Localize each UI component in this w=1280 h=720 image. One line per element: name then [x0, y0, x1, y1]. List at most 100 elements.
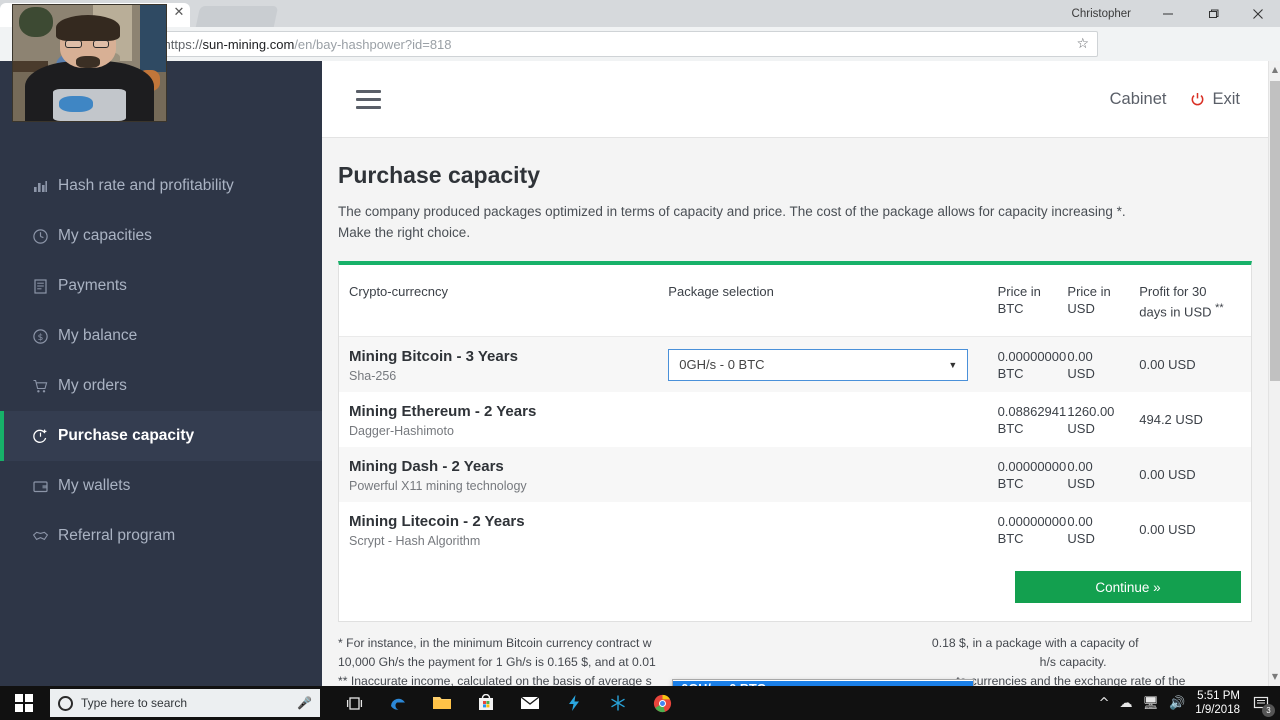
show-hidden-icons-icon[interactable]: ^ [1099, 696, 1110, 711]
url-domain: sun-mining.com [202, 36, 295, 52]
footnote-line-1: * For instance, in the minimum Bitcoin c… [338, 636, 1139, 651]
row-price-usd: 0.00 USD [1067, 348, 1139, 382]
network-icon[interactable]: 🖥 [1143, 696, 1160, 711]
price-usd-value: 0.00 [1067, 458, 1093, 474]
scrollbar-thumb[interactable] [1270, 81, 1280, 381]
column-header-profit: Profit for 30 days in USD ** [1139, 283, 1251, 320]
package-select[interactable]: 0GH/s - 0 BTC ▼ [668, 348, 969, 381]
windows-logo-icon [15, 694, 33, 712]
chevron-down-icon: ▼ [948, 359, 958, 370]
row-price-btc: 0.00000000 BTC [998, 458, 1068, 492]
webcam-glasses-right [92, 39, 110, 48]
url-scheme: https:// [163, 36, 203, 52]
maximize-button[interactable] [1190, 0, 1235, 27]
profile-name[interactable]: Christopher [1072, 8, 1131, 20]
sidebar-item-hash-rate-and-profitability[interactable]: Hash rate and profitability [0, 161, 322, 211]
top-bar: Cabinet Exit [322, 61, 1268, 138]
microphone-icon[interactable]: 🎤 [297, 696, 312, 710]
system-tray: ^ ☁ 🖥 🔊 5:51 PM 1/9/2018 3 [1099, 689, 1280, 717]
webcam-curtain [140, 5, 166, 80]
taskbar-search[interactable]: Type here to search 🎤 [50, 689, 320, 717]
webcam-plant [19, 7, 53, 38]
hamburger-icon[interactable] [356, 89, 381, 109]
cabinet-link[interactable]: Cabinet [1110, 90, 1167, 109]
snowflake-app-icon[interactable] [598, 686, 638, 720]
package-select-value: 0GH/s - 0 BTC [679, 357, 765, 373]
address-bar[interactable]: re | https://sun-mining.com/en/bay-hashp… [128, 31, 1098, 57]
sidebar-item-label: My capacities [58, 227, 152, 244]
bar-chart-icon [32, 178, 58, 195]
minimize-button[interactable] [1145, 0, 1190, 27]
price-btc-value: 0.00000000 [997, 348, 1067, 364]
row-currency-cell: Mining Bitcoin - 3 Years Sha-256 [339, 347, 668, 383]
price-btc-unit: BTC [997, 365, 1024, 381]
price-btc-value: 0.08862941 [997, 403, 1067, 419]
file-explorer-icon[interactable] [422, 686, 462, 720]
microsoft-store-icon[interactable] [466, 686, 506, 720]
table-row: Mining Dash - 2 Years Powerful X11 minin… [339, 447, 1251, 503]
sidebar-item-my-orders[interactable]: My orders [0, 361, 322, 411]
close-window-button[interactable] [1235, 0, 1280, 27]
footnote-line-2: 10,000 Gh/s the payment for 1 Gh/s is 0.… [338, 655, 1107, 670]
tab-close-icon[interactable]: ✕ [172, 6, 186, 20]
sidebar-item-label: Hash rate and profitability [58, 177, 234, 194]
package-select-dropdown[interactable]: 0GH/s - 0 BTC100.00 GH/s - 0.00126613 BT… [672, 678, 975, 686]
lightning-app-icon[interactable] [554, 686, 594, 720]
browser-tab-secondary[interactable] [195, 6, 279, 27]
price-btc-unit: BTC [997, 530, 1024, 546]
onedrive-icon[interactable]: ☁ [1120, 696, 1133, 711]
edge-icon[interactable] [378, 686, 418, 720]
webcam-person-hair [55, 15, 121, 41]
start-button[interactable] [0, 686, 48, 720]
search-placeholder: Type here to search [81, 696, 188, 710]
sidebar-item-my-balance[interactable]: $ My balance [0, 311, 322, 361]
package-select-wrapper: 0GH/s - 0 BTC ▼ 0GH/s - 0 BTC100.00 GH/s… [668, 348, 975, 686]
wallet-icon [32, 478, 58, 495]
page-description-line1: The company produced packages optimized … [338, 204, 1126, 219]
row-currency-cell: Mining Litecoin - 2 Years Scrypt - Hash … [339, 512, 668, 548]
price-btc-unit: BTC [997, 420, 1024, 436]
sidebar: ng Hash rate and profitability My capaci… [0, 61, 322, 686]
row-currency-cell: Mining Ethereum - 2 Years Dagger-Hashimo… [339, 402, 668, 438]
row-profit: 0.00 USD [1139, 522, 1196, 538]
scroll-up-icon[interactable]: ▲ [1269, 63, 1280, 77]
clock-date: 1/9/2018 [1195, 704, 1240, 716]
sidebar-item-label: Payments [58, 277, 127, 294]
package-name: Mining Litecoin - 2 Years [349, 512, 525, 530]
column-header-package: Package selection [668, 284, 774, 299]
chrome-icon[interactable] [642, 686, 682, 720]
packages-table: Crypto-currecncy Package selection Price… [338, 261, 1252, 686]
sidebar-item-my-capacities[interactable]: My capacities [0, 211, 322, 261]
sidebar-item-label: My wallets [58, 477, 131, 494]
page-scrollbar[interactable]: ▲ ▼ [1268, 61, 1280, 686]
table-row: Mining Bitcoin - 3 Years Sha-256 0GH/s -… [339, 337, 1251, 686]
sidebar-item-payments[interactable]: Payments [0, 261, 322, 311]
sidebar-item-my-wallets[interactable]: My wallets [0, 461, 322, 511]
url-path: /en/bay-hashpower?id=818 [294, 36, 452, 52]
sidebar-item-label: Purchase capacity [58, 427, 195, 444]
sidebar-item-label: My orders [58, 377, 127, 394]
taskbar-clock[interactable]: 5:51 PM 1/9/2018 [1195, 689, 1240, 717]
task-view-icon[interactable] [334, 686, 374, 720]
action-center-icon[interactable]: 3 [1250, 692, 1275, 717]
row-profit: 0.00 USD [1139, 357, 1196, 373]
webcam-person-beard [75, 56, 101, 68]
top-bar-actions: Cabinet Exit [1110, 90, 1240, 109]
sidebar-item-purchase-capacity[interactable]: Purchase capacity [0, 411, 322, 461]
scroll-down-icon[interactable]: ▼ [1269, 670, 1280, 684]
volume-icon[interactable]: 🔊 [1169, 696, 1185, 711]
column-header-price-btc: Price in BTC [998, 283, 1068, 320]
gauge-plus-icon [32, 428, 58, 445]
browser-toolbar: re | https://sun-mining.com/en/bay-hashp… [0, 27, 1280, 84]
sidebar-item-referral-program[interactable]: Referral program [0, 511, 322, 561]
package-name: Mining Dash - 2 Years [349, 457, 504, 475]
mail-icon[interactable] [510, 686, 550, 720]
continue-button[interactable]: Continue » [1015, 571, 1241, 604]
price-usd-unit: USD [1067, 365, 1095, 381]
cart-icon [32, 378, 58, 395]
column-header-profit-line1: Profit for 30 [1139, 284, 1207, 299]
exit-link[interactable]: Exit [1190, 90, 1240, 109]
column-header-price-btc-line1: Price in [997, 284, 1041, 299]
bookmark-star-icon[interactable]: ☆ [1076, 36, 1089, 52]
webcam-glasses-left [65, 39, 82, 48]
